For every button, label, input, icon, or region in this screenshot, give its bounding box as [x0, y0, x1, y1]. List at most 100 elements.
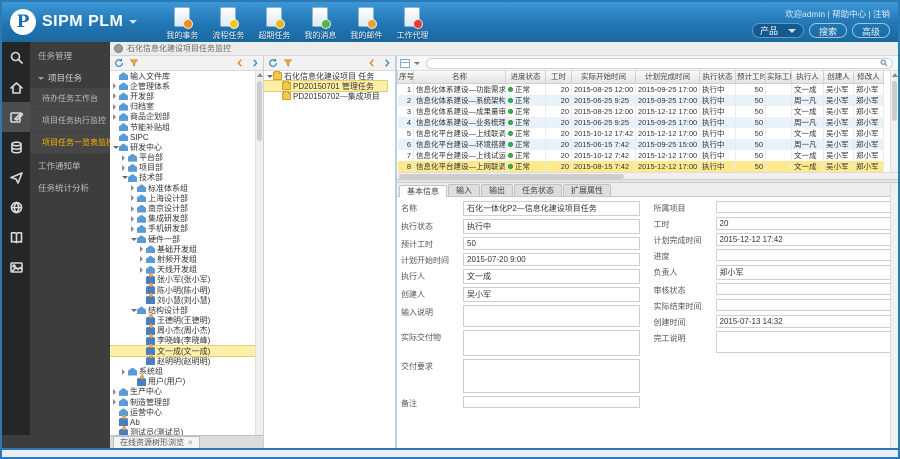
- tree-expander[interactable]: [121, 173, 128, 182]
- tree-expander[interactable]: [112, 93, 119, 99]
- advanced-search-button[interactable]: 高级: [852, 23, 890, 38]
- form-field-交付要求[interactable]: [463, 359, 640, 393]
- sidebar-extra-item[interactable]: 工作通知单: [30, 154, 110, 176]
- rail-globe-icon[interactable]: [2, 192, 30, 222]
- column-header[interactable]: 预计工时: [736, 71, 766, 83]
- form-field-工时[interactable]: 20: [716, 217, 893, 230]
- org-tree-scrollbar[interactable]: [255, 71, 263, 435]
- tree-node[interactable]: 平台部: [110, 153, 255, 163]
- toolbar-my-mail[interactable]: 我的邮件: [345, 4, 387, 41]
- tree-node[interactable]: 基础开发组: [110, 244, 255, 254]
- form-field-执行人[interactable]: 文一成: [463, 269, 640, 284]
- tree-node[interactable]: 节能补贴组: [110, 122, 255, 132]
- detail-tab[interactable]: 输出: [481, 184, 513, 196]
- tree-expander[interactable]: [130, 216, 137, 222]
- tree-node[interactable]: 射频开发组: [110, 254, 255, 264]
- toolbar-work-proxy[interactable]: 工作代理: [391, 4, 433, 41]
- form-field-审核状态[interactable]: [716, 283, 893, 295]
- tree-node[interactable]: 文一成(文一成): [110, 346, 255, 356]
- column-header[interactable]: 计划完成时间: [636, 71, 700, 83]
- rail-database-icon[interactable]: [2, 132, 30, 162]
- detail-tab[interactable]: 基本信息: [399, 185, 447, 197]
- table-row[interactable]: 5信息化平台建设—上线联调正常202015-10-12 17:422015-12…: [398, 128, 884, 139]
- form-field-计划开始时间[interactable]: 2015-07-20 9:00: [463, 253, 640, 266]
- tree-node[interactable]: 刘小慧(刘小慧): [110, 295, 255, 305]
- tree-expander[interactable]: [130, 195, 137, 201]
- tree-bottom-tab[interactable]: 在线资源树形浏览 ×: [113, 436, 200, 448]
- column-header[interactable]: 修改人: [854, 71, 884, 83]
- toolbar-my-tasks[interactable]: 我的事务: [161, 4, 203, 41]
- chevron-down-icon[interactable]: [129, 20, 137, 28]
- tree-node[interactable]: 陈小明(陈小明): [110, 285, 255, 295]
- tree-expander[interactable]: [130, 185, 137, 191]
- tree-node[interactable]: SIPC: [110, 132, 255, 142]
- tree-node[interactable]: 生产中心: [110, 387, 255, 397]
- tree-node[interactable]: 开发部: [110, 91, 255, 101]
- tree-node[interactable]: 集成研发部: [110, 214, 255, 224]
- tree-expander[interactable]: [112, 104, 119, 110]
- tree-node[interactable]: 南京设计部: [110, 203, 255, 213]
- tree-expander[interactable]: [121, 165, 128, 171]
- rail-home-icon[interactable]: [2, 72, 30, 102]
- toolbar-workflow-tasks[interactable]: 流程任务: [207, 4, 249, 41]
- tree-expander[interactable]: [130, 235, 137, 244]
- tree-node[interactable]: 运营中心: [110, 407, 255, 417]
- expand-all-icon[interactable]: [249, 58, 260, 69]
- tree-expander[interactable]: [112, 83, 119, 89]
- column-header[interactable]: 创建人: [824, 71, 854, 83]
- form-field-执行状态[interactable]: 执行中: [463, 219, 640, 234]
- sidebar-item[interactable]: 待办任务工作台: [30, 88, 110, 110]
- collapse-all-icon[interactable]: [234, 58, 245, 69]
- column-header[interactable]: 进度状态: [506, 71, 546, 83]
- scroll-up-icon[interactable]: [891, 71, 899, 79]
- tree-expander[interactable]: [112, 389, 119, 395]
- column-header[interactable]: 实际工时: [766, 71, 792, 83]
- tree-node[interactable]: 石化信息化建设项目 任务: [264, 71, 387, 81]
- tree-expander[interactable]: [130, 306, 137, 315]
- chevron-down-icon[interactable]: [414, 62, 420, 68]
- tree-node[interactable]: 手机研发部: [110, 224, 255, 234]
- welcome-text[interactable]: 欢迎admin | 帮助中心 | 注销: [785, 8, 890, 20]
- column-header[interactable]: 序号: [398, 71, 414, 83]
- tree-expander[interactable]: [139, 256, 146, 262]
- collapse-all-icon[interactable]: [366, 58, 377, 69]
- refresh-icon[interactable]: [267, 58, 278, 69]
- scroll-up-icon[interactable]: [256, 71, 263, 79]
- search-icon[interactable]: [880, 59, 888, 67]
- tree-node[interactable]: 张小军(张小军): [110, 275, 255, 285]
- tree-node[interactable]: 用户(用户): [110, 377, 255, 387]
- rail-book-icon[interactable]: [2, 222, 30, 252]
- detail-scrollbar[interactable]: [890, 183, 898, 449]
- tree-node[interactable]: 研发中心: [110, 142, 255, 152]
- table-row[interactable]: 1信息化体系建设—功能需求调研正常202015-08-25 12:002015-…: [398, 83, 884, 95]
- tree-expander[interactable]: [112, 143, 119, 152]
- column-header[interactable]: 实际开始时间: [572, 71, 636, 83]
- tree-node[interactable]: 归档室: [110, 102, 255, 112]
- sidebar-group-project-tasks[interactable]: 项目任务: [30, 68, 110, 88]
- filter-icon[interactable]: [128, 58, 139, 69]
- table-hscrollbar[interactable]: [397, 172, 898, 179]
- rail-search-icon[interactable]: [2, 42, 30, 72]
- tree-expander[interactable]: [139, 246, 146, 252]
- tree-node[interactable]: 商品企划部: [110, 112, 255, 122]
- form-field-负责人[interactable]: 郑小军: [716, 265, 893, 280]
- tree-node[interactable]: 结构设计部: [110, 305, 255, 315]
- tree-expander[interactable]: [121, 369, 128, 375]
- table-row[interactable]: 2信息化体系建设—系统架构设计正常202015-06-25 9:252015-0…: [398, 95, 884, 106]
- refresh-icon[interactable]: [113, 58, 124, 69]
- tree-expander[interactable]: [112, 399, 119, 405]
- column-header[interactable]: 工时: [546, 71, 572, 83]
- tree-node[interactable]: 赵明明(赵明明): [110, 356, 255, 366]
- tree-expander[interactable]: [121, 155, 128, 161]
- table-scrollbar[interactable]: [890, 71, 898, 172]
- tree-node[interactable]: 标准体系组: [110, 183, 255, 193]
- app-logo[interactable]: P SIPM PLM: [2, 9, 147, 35]
- form-field-完工说明[interactable]: [716, 331, 893, 353]
- tree-node[interactable]: 企管理体系: [110, 81, 255, 91]
- tree-node[interactable]: 天线开发组: [110, 265, 255, 275]
- tree-node[interactable]: Ab: [110, 417, 255, 427]
- table-row[interactable]: 8信息化平台建设—上网联调正常202015-08-15 7:422015-12-…: [398, 161, 884, 172]
- sidebar-item[interactable]: 项目任务一览表监控: [30, 132, 110, 154]
- rail-image-icon[interactable]: [2, 252, 30, 282]
- tree-node[interactable]: 测试员(测试员): [110, 428, 255, 435]
